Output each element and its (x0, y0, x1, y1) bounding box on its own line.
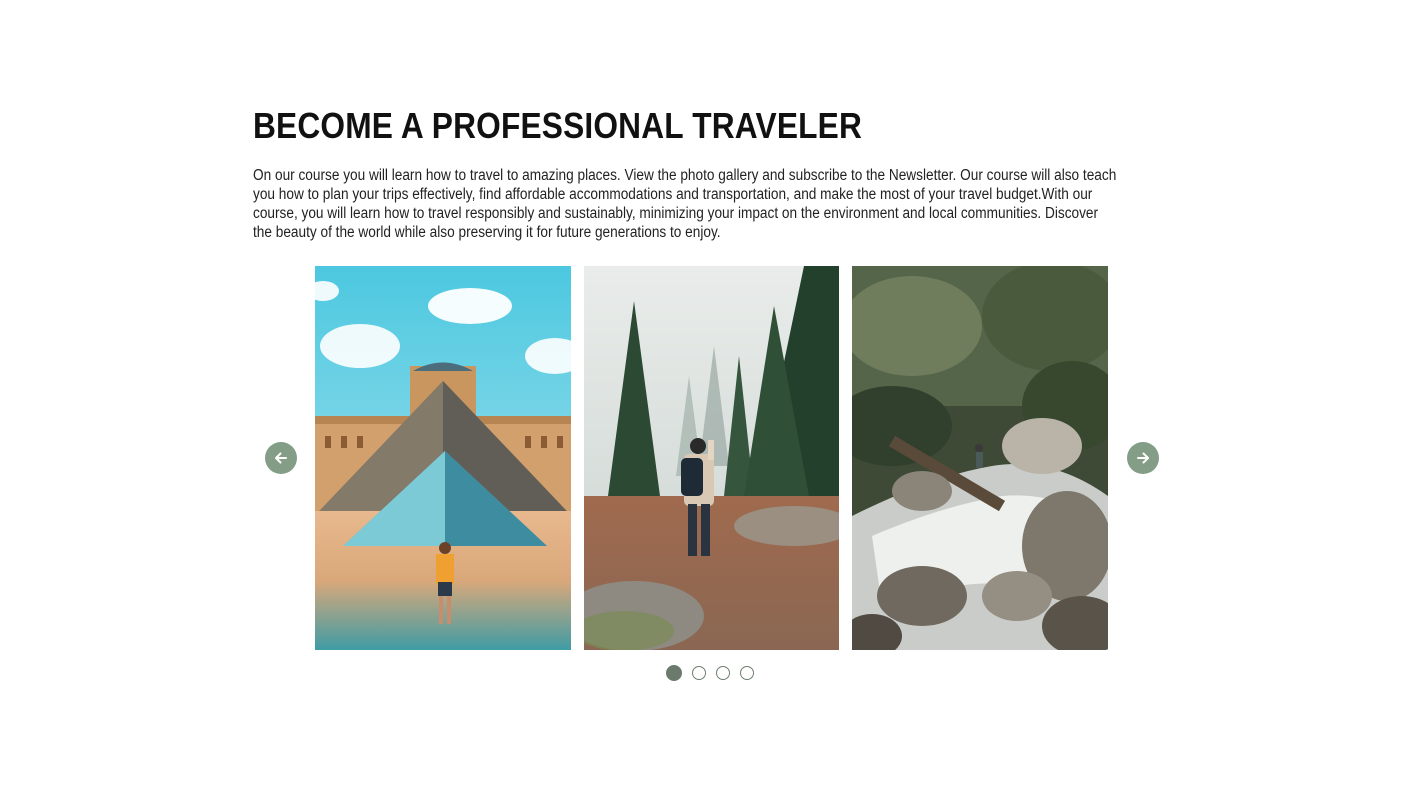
arrow-left-icon (274, 451, 288, 465)
slider-next-button[interactable] (1127, 442, 1159, 474)
course-description: On our course you will learn how to trav… (253, 167, 1117, 241)
louvre-pyramid-image (315, 266, 571, 650)
slider-pagination (666, 665, 754, 681)
photo-slider (253, 266, 1173, 686)
forest-hiker-image (584, 266, 839, 650)
slide-forest-photo (584, 266, 839, 650)
river-rocks-image (852, 266, 1108, 650)
pagination-dot-4[interactable] (740, 666, 754, 680)
pagination-dot-3[interactable] (716, 666, 730, 680)
slider-prev-button[interactable] (265, 442, 297, 474)
slide-river-photo (852, 266, 1108, 650)
pagination-dot-2[interactable] (692, 666, 706, 680)
page-title: BECOME A PROFESSIONAL TRAVELER (253, 105, 863, 146)
slide-louvre-photo (315, 266, 571, 650)
content-section: BECOME A PROFESSIONAL TRAVELER On our co… (253, 0, 1173, 812)
pagination-dot-1[interactable] (666, 665, 682, 681)
arrow-right-icon (1136, 451, 1150, 465)
